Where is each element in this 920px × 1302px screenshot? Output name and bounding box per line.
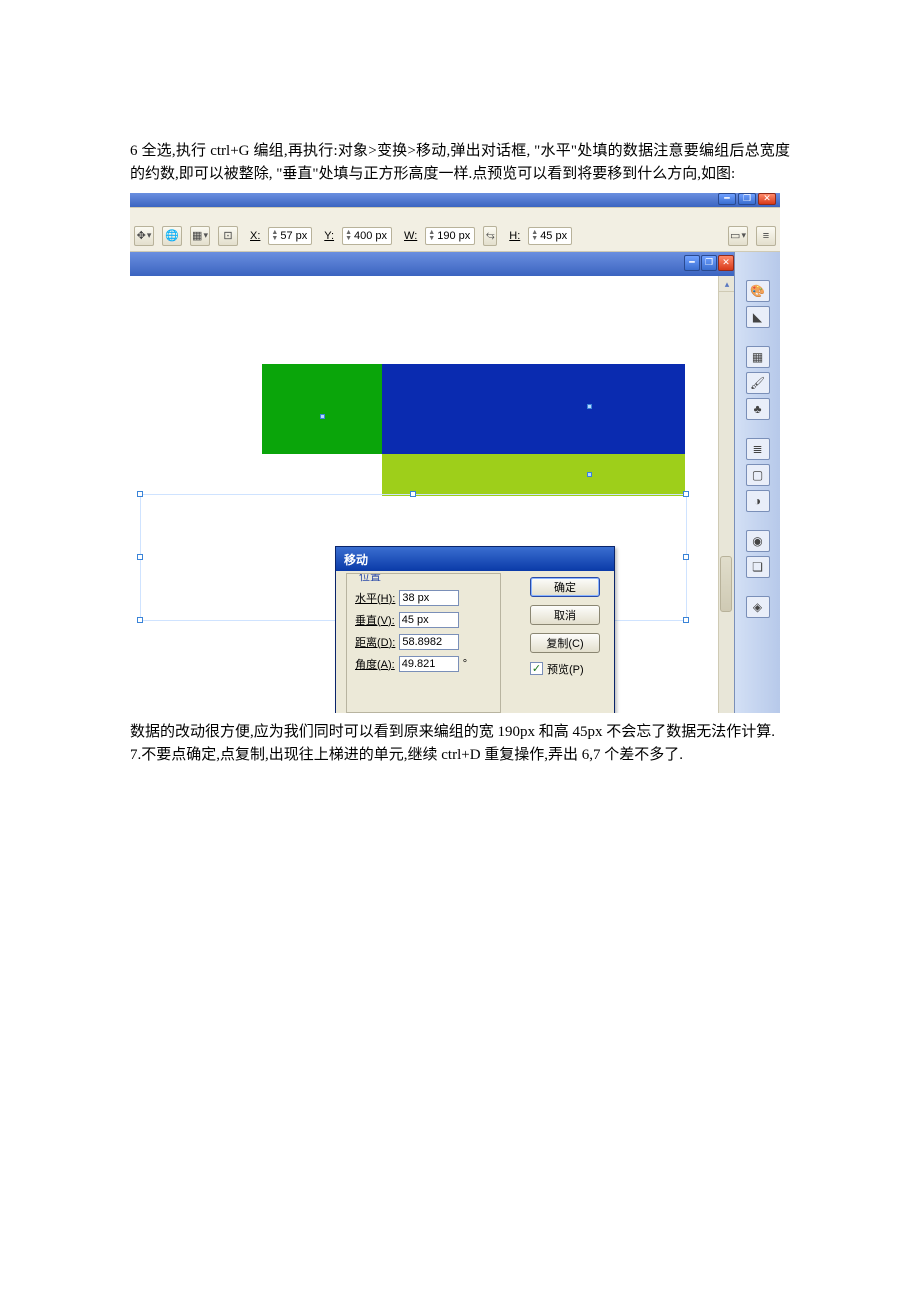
distance-label: 距离(D): [355, 634, 395, 650]
position-fieldset: 位置 水平(H): 垂直(V): 距离(D): 角度(A): [346, 573, 501, 713]
w-field[interactable]: ▲▼ 190 px [425, 227, 475, 245]
options-menu-icon[interactable]: ≡ [756, 226, 776, 246]
angle-unit: ° [463, 658, 467, 670]
outer-window-controls: ━ ❐ ✕ [716, 193, 776, 207]
instruction-step-7: 7.不要点确定,点复制,出现往上梯进的单元,继续 ctrl+D 重复操作,弄出 … [130, 744, 790, 767]
h-field[interactable]: ▲▼ 45 px [528, 227, 572, 245]
position-legend: 位置 [355, 573, 385, 584]
note-paragraph: 数据的改动很方便,应为我们同时可以看到原来编组的宽 190px 和高 45px … [130, 721, 790, 744]
y-field[interactable]: ▲▼ 400 px [342, 227, 392, 245]
vertical-input[interactable] [399, 612, 459, 628]
brushes-panel-icon[interactable]: 🖌 [746, 372, 770, 394]
shape-blue-rect [382, 364, 685, 454]
copy-button[interactable]: 复制(C) [530, 633, 600, 653]
selection-handle[interactable] [683, 554, 689, 560]
move-dialog: 移动 位置 水平(H): 垂直(V): 距离(D): [335, 546, 615, 713]
graphic-styles-panel-icon[interactable]: ◉ [746, 530, 770, 552]
h-label: H: [509, 230, 520, 242]
checkbox-icon[interactable]: ✓ [530, 662, 543, 675]
minimize-icon[interactable]: ━ [718, 193, 736, 205]
angle-input[interactable] [399, 656, 459, 672]
x-field[interactable]: ▲▼ 57 px [268, 227, 312, 245]
vertical-label: 垂直(V): [355, 612, 395, 628]
anchor-point [587, 404, 592, 409]
canvas-vertical-scrollbar[interactable]: ▴ [718, 276, 734, 713]
align-panel-icon[interactable]: ◈ [746, 596, 770, 618]
outer-window-titlebar [130, 193, 780, 207]
scroll-thumb[interactable] [720, 556, 732, 612]
stroke-panel-icon[interactable]: ≣ [746, 438, 770, 460]
document-window-controls: ━ ❐ ✕ [684, 255, 734, 271]
doc-close-icon[interactable]: ✕ [718, 255, 734, 271]
panels-dock: 🎨 ◣ ▦ 🖌 ♣ ≣ ▢ ◑ ◉ ❏ ◈ [734, 252, 780, 713]
globe-icon[interactable]: 🌐 [162, 226, 182, 246]
x-label: X: [250, 230, 260, 242]
layers-panel-icon[interactable]: ❏ [746, 556, 770, 578]
ok-button[interactable]: 确定 [530, 577, 600, 597]
selection-handle[interactable] [683, 491, 689, 497]
shape-green-square [262, 364, 382, 454]
w-label: W: [404, 230, 417, 242]
selection-handle[interactable] [410, 491, 416, 497]
anchor-point [587, 472, 592, 477]
doc-restore-icon[interactable]: ❐ [701, 255, 717, 271]
symbols-panel-icon[interactable]: ♣ [746, 398, 770, 420]
shape-lime-strip [382, 454, 685, 496]
selection-handle[interactable] [137, 554, 143, 560]
swatches-panel-icon[interactable]: ▦ [746, 346, 770, 368]
color-panel-icon[interactable]: 🎨 [746, 280, 770, 302]
screenshot-illustrator-move: ━ ❐ ✕ ✥ 🌐 ▦ ⊡ X: ▲▼ 57 px Y: ▲▼ 400 px [130, 193, 780, 713]
close-icon[interactable]: ✕ [758, 193, 776, 205]
cancel-button[interactable]: 取消 [530, 605, 600, 625]
scroll-up-icon[interactable]: ▴ [719, 276, 735, 292]
appearance-panel-icon[interactable]: ◑ [746, 490, 770, 512]
selection-mode-icon[interactable]: ✥ [134, 226, 154, 246]
anchor-point [320, 414, 325, 419]
y-label: Y: [324, 230, 334, 242]
preview-label: 预览(P) [547, 661, 584, 677]
document-titlebar [130, 252, 780, 276]
gradient-panel-icon[interactable]: ◣ [746, 306, 770, 328]
options-bar: ✥ 🌐 ▦ ⊡ X: ▲▼ 57 px Y: ▲▼ 400 px W: ▲▼ 1… [130, 207, 780, 252]
horizontal-label: 水平(H): [355, 590, 395, 606]
preview-checkbox[interactable]: ✓ 预览(P) [530, 661, 600, 677]
distance-input[interactable] [399, 634, 459, 650]
maximize-icon[interactable]: ❐ [738, 193, 756, 205]
horizontal-input[interactable] [399, 590, 459, 606]
move-dialog-title: 移动 [336, 547, 614, 571]
align-panel-icon[interactable]: ▭ [728, 226, 748, 246]
selection-handle[interactable] [137, 617, 143, 623]
reference-point-icon[interactable]: ⊡ [218, 226, 238, 246]
transparency-panel-icon[interactable]: ▢ [746, 464, 770, 486]
grid-toggle-icon[interactable]: ▦ [190, 226, 210, 246]
angle-label: 角度(A): [355, 656, 395, 672]
selection-handle[interactable] [683, 617, 689, 623]
doc-minimize-icon[interactable]: ━ [684, 255, 700, 271]
selection-handle[interactable] [137, 491, 143, 497]
instruction-step-6: 6 全选,执行 ctrl+G 编组,再执行:对象>变换>移动,弹出对话框, "水… [130, 140, 790, 187]
link-wh-icon[interactable]: ⥃ [483, 226, 497, 246]
